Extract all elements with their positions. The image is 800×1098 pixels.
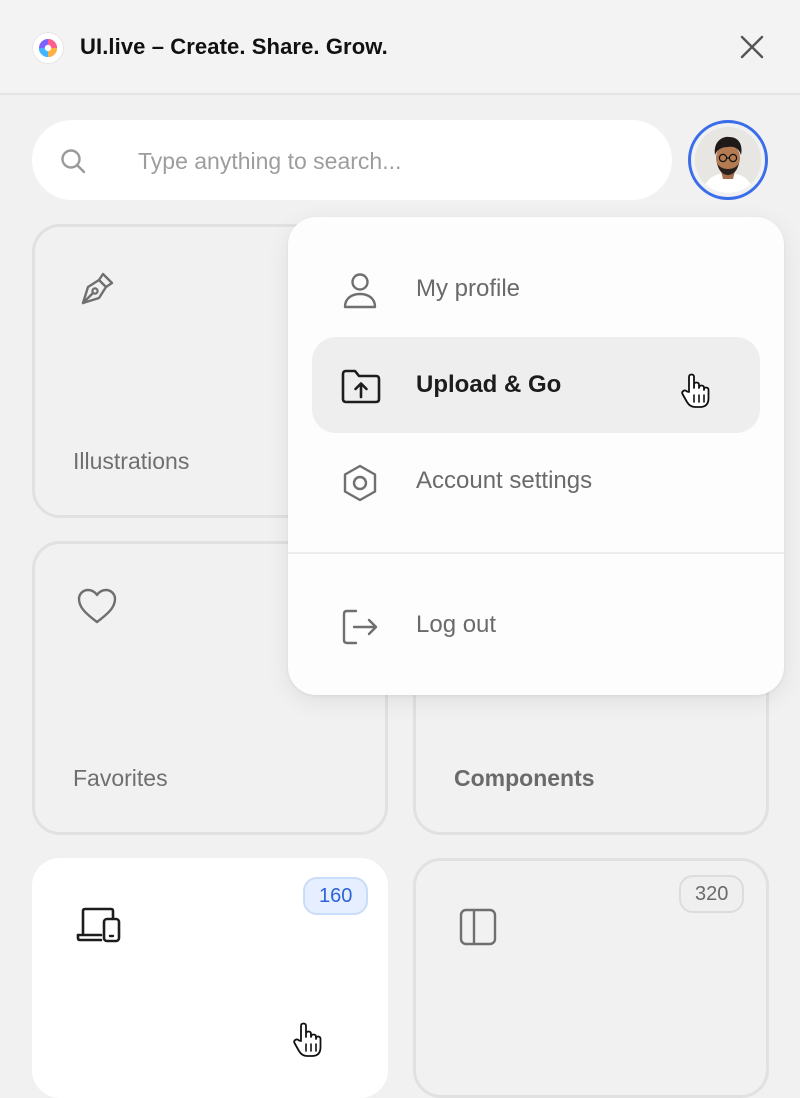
close-icon[interactable] <box>735 30 769 64</box>
menu-item-label: Log out <box>416 611 497 638</box>
menu-item-label: Account settings <box>416 467 593 494</box>
hand-pointer-cursor-icon <box>292 1022 322 1063</box>
menu-item-my-profile[interactable]: My profile <box>312 241 760 337</box>
heart-icon <box>75 586 119 631</box>
hand-pointer-cursor-icon <box>680 373 710 414</box>
title-bar: UI.live – Create. Share. Grow. <box>0 0 800 95</box>
avatar[interactable] <box>688 120 768 200</box>
menu-item-log-out[interactable]: Log out <box>312 577 760 673</box>
count-badge: 320 <box>679 875 745 913</box>
menu-item-account-settings[interactable]: Account settings <box>312 433 760 529</box>
user-icon <box>340 271 380 316</box>
card-label: Favorites <box>73 765 168 791</box>
search-bar[interactable] <box>32 120 672 200</box>
profile-dropdown-menu: My profile Upload & Go Account settings <box>288 217 784 695</box>
window-title: UI.live – Create. Share. Grow. <box>80 34 388 59</box>
sidebar-layout-icon <box>458 907 498 952</box>
pen-tool-icon <box>77 269 117 314</box>
search-input[interactable] <box>136 142 640 180</box>
category-card-layouts[interactable]: 320 <box>413 858 769 1098</box>
card-label: Components <box>454 765 595 791</box>
search-icon <box>60 148 86 179</box>
logout-icon <box>340 607 380 652</box>
menu-divider <box>288 552 784 554</box>
folder-upload-icon <box>340 367 382 410</box>
menu-item-label: My profile <box>416 275 521 302</box>
hexagon-settings-icon <box>340 463 380 508</box>
menu-item-label: Upload & Go <box>416 371 562 398</box>
card-label: Illustrations <box>73 448 190 474</box>
app-logo-icon <box>33 33 63 63</box>
devices-icon <box>75 905 123 950</box>
user-avatar-image <box>695 127 761 193</box>
menu-item-upload-and-go[interactable]: Upload & Go <box>312 337 760 433</box>
count-badge: 160 <box>303 877 369 915</box>
category-card-devices[interactable]: 160 <box>32 858 388 1098</box>
